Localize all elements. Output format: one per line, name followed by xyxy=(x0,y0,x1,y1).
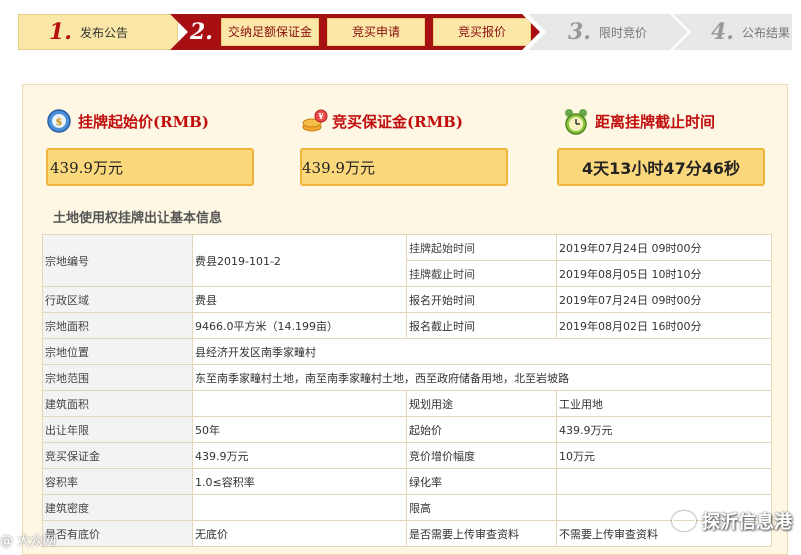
step-label: 发布公告 xyxy=(79,25,128,40)
svg-text:$: $ xyxy=(56,117,63,128)
coins-icon: ¥ xyxy=(300,108,328,134)
cell-value: 工业用地 xyxy=(556,390,772,417)
step-2-current: 2. 交纳足额保证金 竞买申请 竞买报价 xyxy=(170,14,540,50)
cell-label: 建筑密度 xyxy=(42,494,193,521)
deposit-title: ¥ 竞买保证金(RMB) xyxy=(300,108,463,134)
cell-value: 费县2019-101-2 xyxy=(192,234,407,287)
watermark-text: 探沂信息港 xyxy=(702,512,792,533)
table-row: 宗地面积 9466.0平方米（14.199亩） 报名截止时间 2019年08月0… xyxy=(42,312,772,339)
cell-label: 报名截止时间 xyxy=(406,312,557,339)
watermark-2: @ 大众网 xyxy=(0,534,57,549)
deadline-label: 距离挂牌截止时间 xyxy=(595,112,716,131)
table-row: 是否有底价 无底价 是否需要上传审查资料 不需要上传审查资料 xyxy=(42,520,772,547)
pay-deposit-button[interactable]: 交纳足额保证金 xyxy=(221,18,319,46)
cell-value xyxy=(192,390,407,417)
cell-value xyxy=(192,494,407,521)
cell-value: 县经济开发区南季家疃村 xyxy=(192,338,772,365)
table-row: 建筑面积 规划用途 工业用地 xyxy=(42,390,772,417)
cell-label: 行政区域 xyxy=(42,286,193,313)
deposit-value: 439.9万元 xyxy=(300,148,508,186)
step-number: 4. xyxy=(711,19,734,45)
cell-label: 挂牌起始时间 xyxy=(406,234,557,261)
step-label: 限时竞价 xyxy=(598,25,647,40)
cell-label: 是否需要上传审查资料 xyxy=(406,520,557,547)
cell-value: 东至南季家疃村土地，南至南季家疃村土地，西至政府储备用地，北至岩坡路 xyxy=(192,364,772,391)
table-row: 宗地编号 费县2019-101-2 挂牌起始时间 2019年07月24日 09时… xyxy=(42,234,772,287)
progress-steps: 1. 发布公告 2. 交纳足额保证金 竞买申请 竞买报价 3. 限时竞价 4. … xyxy=(18,14,792,50)
cell-label: 挂牌截止时间 xyxy=(406,260,557,287)
cell-value: 2019年08月05日 10时10分 xyxy=(556,260,772,287)
table-row: 出让年限 50年 起始价 439.9万元 xyxy=(42,416,772,443)
section-title: 土地使用权挂牌出让基本信息 xyxy=(53,211,223,226)
cell-value: 费县 xyxy=(192,286,407,313)
cell-label: 竞买保证金 xyxy=(42,442,193,469)
cell-label: 规划用途 xyxy=(406,390,557,417)
alarm-clock-icon xyxy=(563,108,589,135)
step-1-publish[interactable]: 1. 发布公告 xyxy=(18,14,178,50)
bid-apply-button[interactable]: 竞买申请 xyxy=(327,18,425,46)
cell-label: 建筑面积 xyxy=(42,390,193,417)
table-row: 宗地位置 县经济开发区南季家疃村 xyxy=(42,338,772,365)
step-number: 3. xyxy=(568,19,591,45)
cell-label: 宗地位置 xyxy=(42,338,193,365)
cell-label: 宗地编号 xyxy=(42,234,193,287)
table-row: 行政区域 费县 报名开始时间 2019年07月24日 09时00分 xyxy=(42,286,772,313)
table-row: 竞买保证金 439.9万元 竞价增价幅度 10万元 xyxy=(42,442,772,469)
cell-label: 绿化率 xyxy=(406,468,557,495)
cell-label: 限高 xyxy=(406,494,557,521)
cell-value: 439.9万元 xyxy=(192,442,407,469)
cell-value: 1.0≤容积率 xyxy=(192,468,407,495)
start-price-value: 439.9万元 xyxy=(46,148,254,186)
cell-label: 宗地面积 xyxy=(42,312,193,339)
cell-value: 无底价 xyxy=(192,520,407,547)
cell-value: 2019年07月24日 09时00分 xyxy=(556,234,772,261)
deadline-title: 距离挂牌截止时间 xyxy=(563,108,716,135)
cell-label: 报名开始时间 xyxy=(406,286,557,313)
table-row: 建筑密度 限高 xyxy=(42,494,772,521)
cell-value: 2019年07月24日 09时00分 xyxy=(556,286,772,313)
cell-value: 439.9万元 xyxy=(556,416,772,443)
cell-label: 容积率 xyxy=(42,468,193,495)
countdown-value: 4天13小时47分46秒 xyxy=(557,148,765,186)
wechat-icon xyxy=(672,511,696,531)
cell-label: 出让年限 xyxy=(42,416,193,443)
cell-value: 2019年08月02日 16时00分 xyxy=(556,312,772,339)
step-3-timed-bid[interactable]: 3. 限时竞价 xyxy=(528,14,688,50)
table-row: 宗地范围 东至南季家疃村土地，南至南季家疃村土地，西至政府储备用地，北至岩坡路 xyxy=(42,364,772,391)
cell-value: 10万元 xyxy=(556,442,772,469)
bid-quote-button[interactable]: 竞买报价 xyxy=(433,18,531,46)
start-price-label: 挂牌起始价(RMB) xyxy=(78,112,209,131)
clock-dollar-icon: $ xyxy=(46,108,72,134)
cell-value: 9466.0平方米（14.199亩） xyxy=(192,312,407,339)
cell-label: 是否有底价 xyxy=(42,520,193,547)
cell-label: 起始价 xyxy=(406,416,557,443)
step-label: 公布结果 xyxy=(741,25,790,40)
table-row: 容积率 1.0≤容积率 绿化率 xyxy=(42,468,772,495)
cell-value xyxy=(556,468,772,495)
watermark: 探沂信息港 xyxy=(672,508,792,534)
cell-label: 竞价增价幅度 xyxy=(406,442,557,469)
step-number: 1. xyxy=(49,19,72,45)
step-4-result[interactable]: 4. 公布结果 xyxy=(673,14,792,50)
deposit-label: 竞买保证金(RMB) xyxy=(332,112,463,131)
cell-label: 宗地范围 xyxy=(42,364,193,391)
step-number: 2. xyxy=(190,19,213,45)
svg-text:¥: ¥ xyxy=(318,111,324,121)
land-info-table: 宗地编号 费县2019-101-2 挂牌起始时间 2019年07月24日 09时… xyxy=(42,234,772,547)
start-price-title: $ 挂牌起始价(RMB) xyxy=(46,108,209,134)
cell-value: 50年 xyxy=(192,416,407,443)
